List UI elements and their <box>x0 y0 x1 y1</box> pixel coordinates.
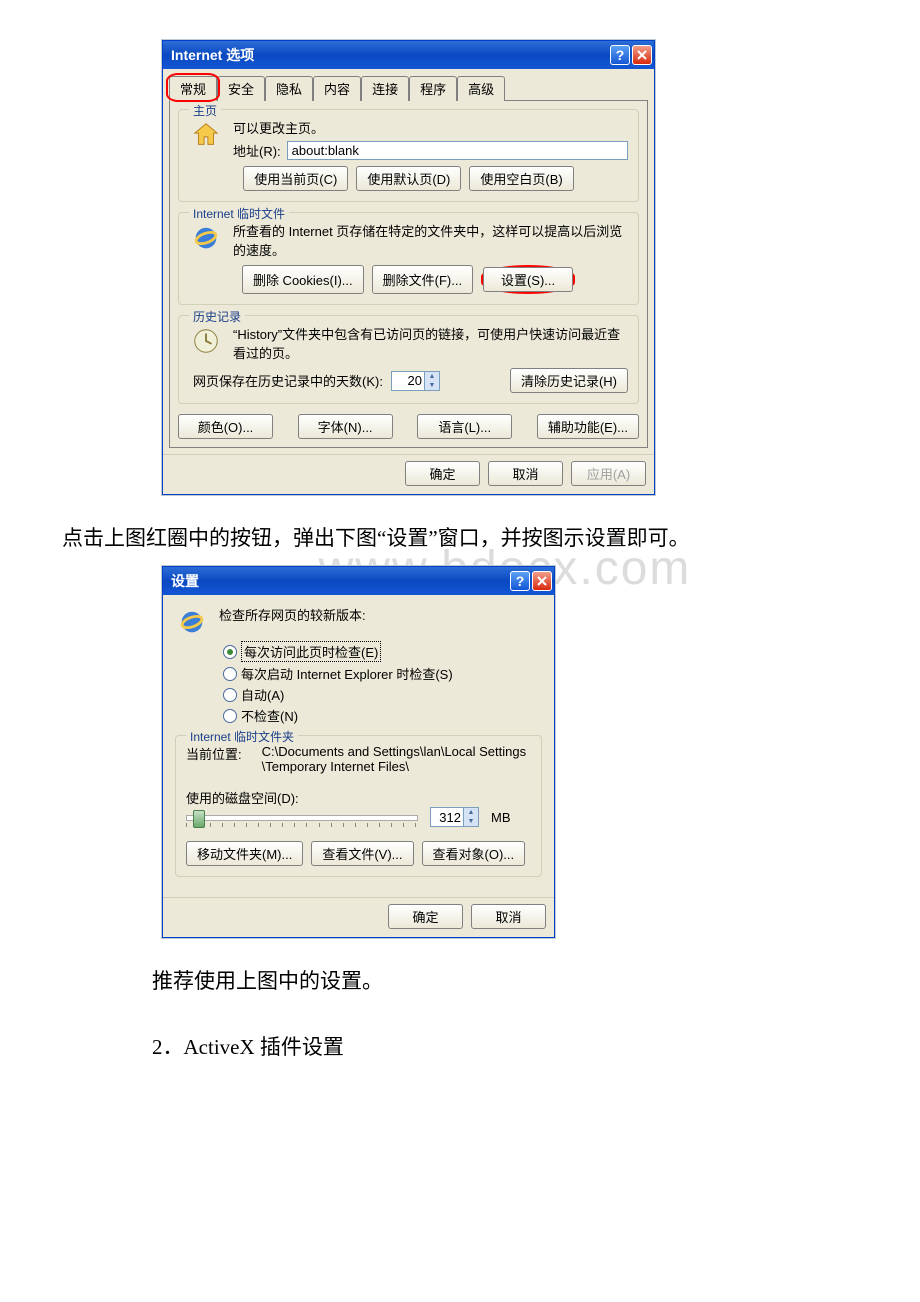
dialog-actions: 确定 取消 应用(A) <box>163 454 654 494</box>
tab-content[interactable]: 内容 <box>313 76 361 101</box>
address-input[interactable] <box>287 141 628 160</box>
group-legend: 主页 <box>189 102 221 119</box>
internet-options-dialog: Internet 选项 ? 常规 安全 隐私 内容 连接 程序 高级 主页 <box>162 40 655 495</box>
disk-slider[interactable] <box>186 815 418 821</box>
check-versions-label: 检查所存网页的较新版本: <box>219 605 366 624</box>
temp-desc: 所查看的 Internet 页存储在特定的文件夹中，这样可以提高以后浏览的速度。 <box>233 221 628 259</box>
titlebar[interactable]: 设置 ? <box>163 567 554 595</box>
tab-panel-general: 主页 可以更改主页。 地址(R): 使用当前页(C) 使用 <box>169 100 648 448</box>
history-desc: “History”文件夹中包含有已访问页的链接，可使用户快速访问最近查看过的页。 <box>233 324 628 362</box>
tab-label: 隐私 <box>276 82 302 97</box>
group-legend: Internet 临时文件 <box>189 205 289 222</box>
delete-cookies-button[interactable]: 删除 Cookies(I)... <box>242 265 364 294</box>
tab-strip: 常规 安全 隐私 内容 连接 程序 高级 <box>163 69 654 100</box>
fonts-button[interactable]: 字体(N)... <box>298 414 393 439</box>
home-icon <box>189 118 223 152</box>
move-folder-button[interactable]: 移动文件夹(M)... <box>186 841 303 866</box>
ie-icon <box>189 221 223 255</box>
disk-unit: MB <box>491 810 511 825</box>
dialog-title: 设置 <box>171 571 199 591</box>
titlebar[interactable]: Internet 选项 ? <box>163 41 654 69</box>
radio-label: 每次启动 Internet Explorer 时检查(S) <box>241 664 453 683</box>
radio-icon <box>223 688 237 702</box>
tab-security[interactable]: 安全 <box>217 76 265 101</box>
slider-thumb-icon[interactable] <box>193 810 205 828</box>
tab-label: 高级 <box>468 82 494 97</box>
ie-icon <box>175 605 209 639</box>
location-value: C:\Documents and Settings\lan\Local Sett… <box>262 744 531 774</box>
tab-label: 连接 <box>372 82 398 97</box>
disk-input[interactable] <box>431 810 463 825</box>
settings-dialog: 设置 ? 检查所存网页的较新版本: 每次访问此页时检查(E) 每次启动 Inte… <box>162 566 555 938</box>
radio-label: 自动(A) <box>241 685 284 704</box>
temp-folder-group: Internet 临时文件夹 当前位置: C:\Documents and Se… <box>175 735 542 877</box>
location-label: 当前位置: <box>186 744 242 774</box>
accessibility-button[interactable]: 辅助功能(E)... <box>537 414 639 439</box>
disk-spinner[interactable]: ▲▼ <box>430 807 479 827</box>
ok-button[interactable]: 确定 <box>388 904 463 929</box>
settings-button[interactable]: 设置(S)... <box>483 267 573 292</box>
clear-history-button[interactable]: 清除历史记录(H) <box>510 368 628 393</box>
apply-button: 应用(A) <box>571 461 646 486</box>
slider-ticks <box>186 823 416 827</box>
view-files-button[interactable]: 查看文件(V)... <box>311 841 413 866</box>
use-blank-button[interactable]: 使用空白页(B) <box>469 166 573 191</box>
help-button[interactable]: ? <box>610 45 630 65</box>
ok-button[interactable]: 确定 <box>405 461 480 486</box>
use-default-button[interactable]: 使用默认页(D) <box>356 166 461 191</box>
days-spinner[interactable]: ▲▼ <box>391 371 440 391</box>
radio-every-visit[interactable]: 每次访问此页时检查(E) <box>223 641 542 662</box>
days-input[interactable] <box>392 373 424 388</box>
tab-privacy[interactable]: 隐私 <box>265 76 313 101</box>
radio-every-start[interactable]: 每次启动 Internet Explorer 时检查(S) <box>223 664 542 683</box>
tab-connection[interactable]: 连接 <box>361 76 409 101</box>
temp-files-group: Internet 临时文件 所查看的 Internet 页存储在特定的文件夹中，… <box>178 212 639 305</box>
spinner-down-icon[interactable]: ▼ <box>425 381 439 390</box>
dialog-title: Internet 选项 <box>171 45 254 65</box>
section-heading-activex: 2．ActiveX 插件设置 <box>110 1024 900 1070</box>
use-current-button[interactable]: 使用当前页(C) <box>243 166 348 191</box>
radio-label: 不检查(N) <box>241 706 298 725</box>
days-label: 网页保存在历史记录中的天数(K): <box>193 371 383 390</box>
radio-never[interactable]: 不检查(N) <box>223 706 542 725</box>
cancel-button[interactable]: 取消 <box>471 904 546 929</box>
cancel-button[interactable]: 取消 <box>488 461 563 486</box>
address-label: 地址(R): <box>233 141 281 160</box>
group-legend: 历史记录 <box>189 308 245 325</box>
close-button[interactable] <box>532 571 552 591</box>
radio-label: 每次访问此页时检查(E) <box>241 641 381 662</box>
delete-files-button[interactable]: 删除文件(F)... <box>372 265 473 294</box>
tab-label: 内容 <box>324 82 350 97</box>
instruction-paragraph-2: 推荐使用上图中的设置。 <box>110 958 900 1004</box>
close-button[interactable] <box>632 45 652 65</box>
help-button[interactable]: ? <box>510 571 530 591</box>
tab-advanced[interactable]: 高级 <box>457 76 505 101</box>
homepage-desc: 可以更改主页。 <box>233 118 628 137</box>
tab-label: 安全 <box>228 82 254 97</box>
group-legend: Internet 临时文件夹 <box>186 728 298 745</box>
radio-icon <box>223 709 237 723</box>
radio-auto[interactable]: 自动(A) <box>223 685 542 704</box>
homepage-group: 主页 可以更改主页。 地址(R): 使用当前页(C) 使用 <box>178 109 639 202</box>
red-circle-annotation <box>166 73 220 102</box>
tab-label: 程序 <box>420 82 446 97</box>
tab-general[interactable]: 常规 <box>169 76 217 101</box>
radio-icon <box>223 645 237 659</box>
spinner-up-icon[interactable]: ▲ <box>464 808 478 817</box>
radio-icon <box>223 667 237 681</box>
spinner-down-icon[interactable]: ▼ <box>464 817 478 826</box>
colors-button[interactable]: 颜色(O)... <box>178 414 273 439</box>
dialog-actions: 确定 取消 <box>163 897 554 937</box>
red-circle-annotation: 设置(S)... <box>481 265 575 294</box>
language-button[interactable]: 语言(L)... <box>417 414 512 439</box>
disk-space-label: 使用的磁盘空间(D): <box>186 788 531 807</box>
tab-programs[interactable]: 程序 <box>409 76 457 101</box>
history-group: 历史记录 “History”文件夹中包含有已访问页的链接，可使用户快速访问最近查… <box>178 315 639 404</box>
history-icon <box>189 324 223 358</box>
view-objects-button[interactable]: 查看对象(O)... <box>422 841 526 866</box>
spinner-up-icon[interactable]: ▲ <box>425 372 439 381</box>
